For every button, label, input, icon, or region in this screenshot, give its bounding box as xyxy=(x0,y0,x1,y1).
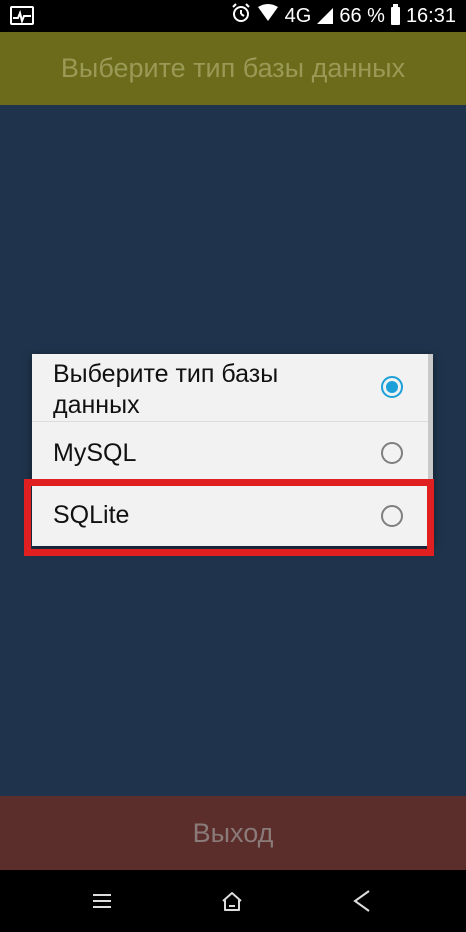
radio-unselected-icon[interactable] xyxy=(381,442,403,464)
option-mysql[interactable]: MySQL xyxy=(32,421,433,484)
clock-time: 16:31 xyxy=(405,4,456,27)
signal-icon xyxy=(317,8,334,24)
database-type-header-button[interactable]: Выберите тип базы данных xyxy=(0,32,466,105)
status-right-group: 4G 66 % 16:31 xyxy=(231,0,456,32)
status-left-group xyxy=(10,6,34,25)
status-bar: 4G 66 % 16:31 xyxy=(0,0,466,32)
option-label: Выберите тип базы данных xyxy=(53,359,279,419)
alarm-clock-icon xyxy=(231,3,251,29)
wifi-icon xyxy=(257,4,279,28)
home-icon[interactable] xyxy=(200,870,264,932)
battery-percent: 66 % xyxy=(339,4,385,27)
battery-icon xyxy=(390,4,400,25)
radio-selected-icon[interactable] xyxy=(381,376,403,398)
sqlite-highlight-box xyxy=(24,479,434,556)
menu-lines-icon[interactable] xyxy=(70,870,134,932)
activity-pulse-icon xyxy=(10,6,34,25)
back-chevron-icon[interactable] xyxy=(330,870,394,932)
dialog-scrollbar[interactable] xyxy=(428,354,433,482)
network-type: 4G xyxy=(284,4,312,27)
exit-button[interactable]: Выход xyxy=(0,796,466,870)
option-label: MySQL xyxy=(53,438,137,467)
navigation-bar xyxy=(0,870,466,932)
option-choose-db-type[interactable]: Выберите тип базы данных xyxy=(32,354,433,421)
